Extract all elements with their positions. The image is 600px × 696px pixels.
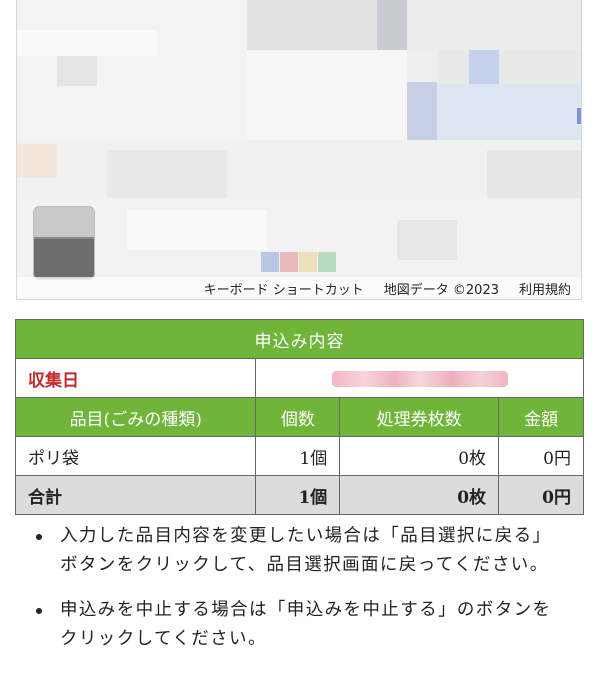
- map-tile: [407, 82, 437, 142]
- map-tile: [377, 0, 407, 50]
- tickets-cell: 0枚: [339, 436, 500, 476]
- col-header-amount: 金額: [498, 397, 584, 437]
- table-header-row: 品目(ごみの種類) 個数 処理券枚数 金額: [14, 397, 584, 437]
- note-change-items: 入力した品目内容を変更したい場合は「品目選択に戻る」ボタンをクリックして、品目選…: [30, 522, 570, 580]
- notes-list: 入力した品目内容を変更したい場合は「品目選択に戻る」ボタンをクリックして、品目選…: [30, 522, 570, 654]
- amount-cell: 0円: [498, 436, 584, 476]
- map-tile: [17, 0, 247, 140]
- map-tile: [437, 84, 581, 144]
- keyboard-shortcuts-link[interactable]: キーボード ショートカット: [204, 279, 364, 298]
- collection-date-value: [255, 358, 584, 398]
- total-tickets: 0枚: [339, 475, 500, 515]
- count-cell: 1個: [255, 436, 341, 476]
- col-header-item: 品目(ごみの種類): [14, 397, 257, 437]
- map-type-thumbnail[interactable]: [33, 206, 95, 280]
- col-header-tickets: 処理券枚数: [339, 397, 500, 437]
- terms-of-use-link[interactable]: 利用規約: [519, 279, 571, 298]
- map-tile: [17, 144, 57, 178]
- map-tile: [437, 50, 581, 84]
- map-tile: [247, 50, 407, 140]
- map-tile: [127, 210, 267, 250]
- total-count: 1個: [255, 475, 341, 515]
- item-cell: ポリ袋: [14, 436, 257, 476]
- map-tile: [107, 150, 227, 200]
- map-view[interactable]: キーボード ショートカット 地図データ ©2023 利用規約: [16, 0, 582, 300]
- map-tile: [57, 56, 97, 86]
- total-amount: 0円: [498, 475, 584, 515]
- map-tile: [17, 30, 157, 56]
- redacted-date: [331, 370, 508, 387]
- col-header-count: 個数: [255, 397, 341, 437]
- collection-date-row: 収集日: [14, 358, 584, 398]
- map-data-credit: 地図データ ©2023: [383, 282, 499, 298]
- map-attribution-bar: キーボード ショートカット 地図データ ©2023 利用規約: [17, 277, 581, 299]
- map-edge-marker: [577, 108, 581, 124]
- total-label: 合計: [14, 475, 257, 515]
- map-logo: [261, 252, 337, 272]
- note-cancel-application: 申込みを中止する場合は「申込みを中止する」のボタンをクリックしてください。: [30, 596, 570, 654]
- total-row: 合計 1個 0枚 0円: [14, 475, 584, 515]
- map-tile: [397, 220, 457, 260]
- table-row: ポリ袋 1個 0枚 0円: [14, 436, 584, 476]
- map-tile: [407, 0, 581, 50]
- table-title: 申込み内容: [15, 319, 584, 359]
- application-summary-table: 申込み内容 収集日 品目(ごみの種類) 個数 処理券枚数 金額 ポリ袋 1個 0…: [14, 319, 584, 515]
- map-tile: [469, 50, 499, 84]
- map-tile: [247, 0, 377, 50]
- collection-date-label: 収集日: [14, 358, 257, 398]
- table-title-row: 申込み内容: [15, 319, 584, 359]
